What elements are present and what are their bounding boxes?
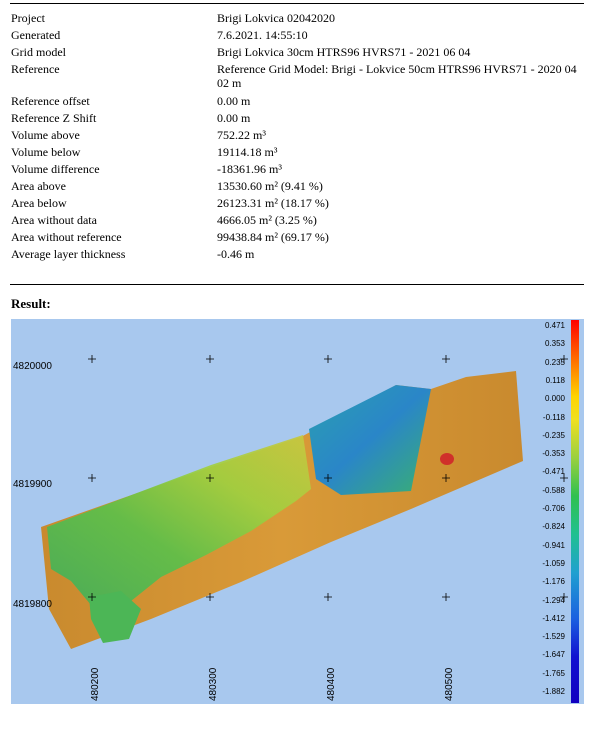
report-row: Volume above 752.22 m³ <box>11 128 581 142</box>
report-row: Grid model Brigi Lokvica 30cm HTRS96 HVRS… <box>11 45 581 59</box>
grid-crosshair <box>324 355 332 363</box>
grid-crosshair <box>442 355 450 363</box>
x-tick-label: 480400 <box>326 667 337 701</box>
legend-label: -1.176 <box>542 577 565 587</box>
report-row-label: Reference Z Shift <box>11 111 97 125</box>
report-row-label: Volume below <box>11 145 81 159</box>
report-row: Volume difference -18361.96 m³ <box>11 162 581 176</box>
legend-label: 0.471 <box>544 321 565 330</box>
report-row-label: Area below <box>11 196 67 210</box>
report-row-value: Brigi Lokvica 02042020 <box>217 11 335 25</box>
legend-label: -0.588 <box>542 485 565 495</box>
report-row-value: 26123.31 m² (18.17 %) <box>217 196 329 210</box>
report-row: Area without reference 99438.84 m² (69.17… <box>11 230 581 244</box>
report-row-value: 4666.05 m² (3.25 %) <box>217 213 317 227</box>
legend-label: -0.471 <box>542 467 565 477</box>
legend-label: -0.353 <box>542 449 565 459</box>
report-row-label: Project <box>11 11 45 25</box>
report-row-value: 19114.18 m³ <box>217 145 278 159</box>
volume-difference-map: 4820000 4819900 4819800 480200 480300 48… <box>11 319 584 704</box>
x-tick-label: 480300 <box>208 667 219 701</box>
report-row-value: 0.00 m <box>217 94 251 108</box>
report-row-label: Generated <box>11 28 61 42</box>
report-row-label: Area without data <box>11 213 97 227</box>
grid-crosshair <box>88 355 96 363</box>
legend-label: -1.059 <box>542 558 565 568</box>
red-spot <box>440 453 454 465</box>
report-row-value: -0.46 m <box>217 247 255 261</box>
report-table: Project Brigi Lokvica 02042020 Generated 7.… <box>11 11 581 264</box>
report-row-value: -18361.96 m³ <box>217 162 282 176</box>
report-row-value: 99438.84 m² (69.17 %) <box>217 230 329 244</box>
legend-label: -1.412 <box>542 613 565 623</box>
legend-label: -1.647 <box>542 650 565 660</box>
color-scale-bar <box>571 320 579 703</box>
report-row: Reference Reference Grid Model: Brigi - L… <box>11 62 581 90</box>
legend-label: 0.118 <box>545 375 565 385</box>
report-row-label: Average layer thickness <box>11 247 126 261</box>
top-rule <box>10 3 584 4</box>
legend-label: -1.765 <box>542 668 565 678</box>
y-tick-label: 4819800 <box>13 599 52 610</box>
report-row: Average layer thickness -0.46 m <box>11 247 581 261</box>
report-row: Reference offset 0.00 m <box>11 94 581 108</box>
x-tick-label: 480200 <box>90 667 101 701</box>
report-row-value: 752.22 m³ <box>217 128 266 142</box>
report-row-label: Area without reference <box>11 230 122 244</box>
report-row-value: 13530.60 m² (9.41 %) <box>217 179 323 193</box>
report-row-label: Area above <box>11 179 66 193</box>
report-row-value: Brigi Lokvica 30cm HTRS96 HVRS71 - 2021 … <box>217 45 471 59</box>
report-row: Project Brigi Lokvica 02042020 <box>11 11 581 25</box>
legend-label: -0.235 <box>542 430 565 440</box>
legend-label: -0.706 <box>542 504 565 513</box>
legend-label: -0.824 <box>542 522 565 532</box>
legend-label: 0.235 <box>544 357 565 367</box>
report-row: Area without data 4666.05 m² (3.25 %) <box>11 213 581 227</box>
grid-crosshair <box>206 355 214 363</box>
grid-crosshair <box>442 593 450 601</box>
report-row: Reference Z Shift 0.00 m <box>11 111 581 125</box>
grid-crosshair <box>324 593 332 601</box>
report-row-value: 7.6.2021. 14:55:10 <box>217 28 308 42</box>
legend-label: -0.941 <box>542 540 565 550</box>
report-row-label: Volume difference <box>11 162 100 176</box>
report-row: Volume below 19114.18 m³ <box>11 145 581 159</box>
legend-label: 0.000 <box>544 394 565 404</box>
report-row: Area above 13530.60 m² (9.41 %) <box>11 179 581 193</box>
report-row-value: 0.00 m <box>217 111 251 125</box>
y-tick-label: 4819900 <box>13 479 52 490</box>
result-title: Result: <box>11 296 51 311</box>
legend-label: -1.294 <box>542 595 565 605</box>
report-row-label: Grid model <box>11 45 66 59</box>
legend-label: -1.882 <box>542 687 565 696</box>
bottom-rule <box>10 284 584 285</box>
report-row-label: Reference <box>11 62 60 76</box>
legend-label: 0.353 <box>544 339 565 349</box>
legend-label: -0.118 <box>542 412 565 422</box>
grid-crosshair <box>88 474 96 482</box>
report-row-label: Volume above <box>11 128 80 142</box>
report-row-label: Reference offset <box>11 94 90 108</box>
y-tick-label: 4820000 <box>13 361 52 372</box>
x-tick-label: 480500 <box>444 667 455 701</box>
difference-map-graphic <box>41 355 568 649</box>
report-row: Area below 26123.31 m² (18.17 %) <box>11 196 581 210</box>
report-row-value: Reference Grid Model: Brigi - Lokvice 50… <box>217 62 577 90</box>
legend-label: -1.529 <box>542 632 565 642</box>
report-row: Generated 7.6.2021. 14:55:10 <box>11 28 581 42</box>
blue-pit-zone <box>309 385 431 495</box>
